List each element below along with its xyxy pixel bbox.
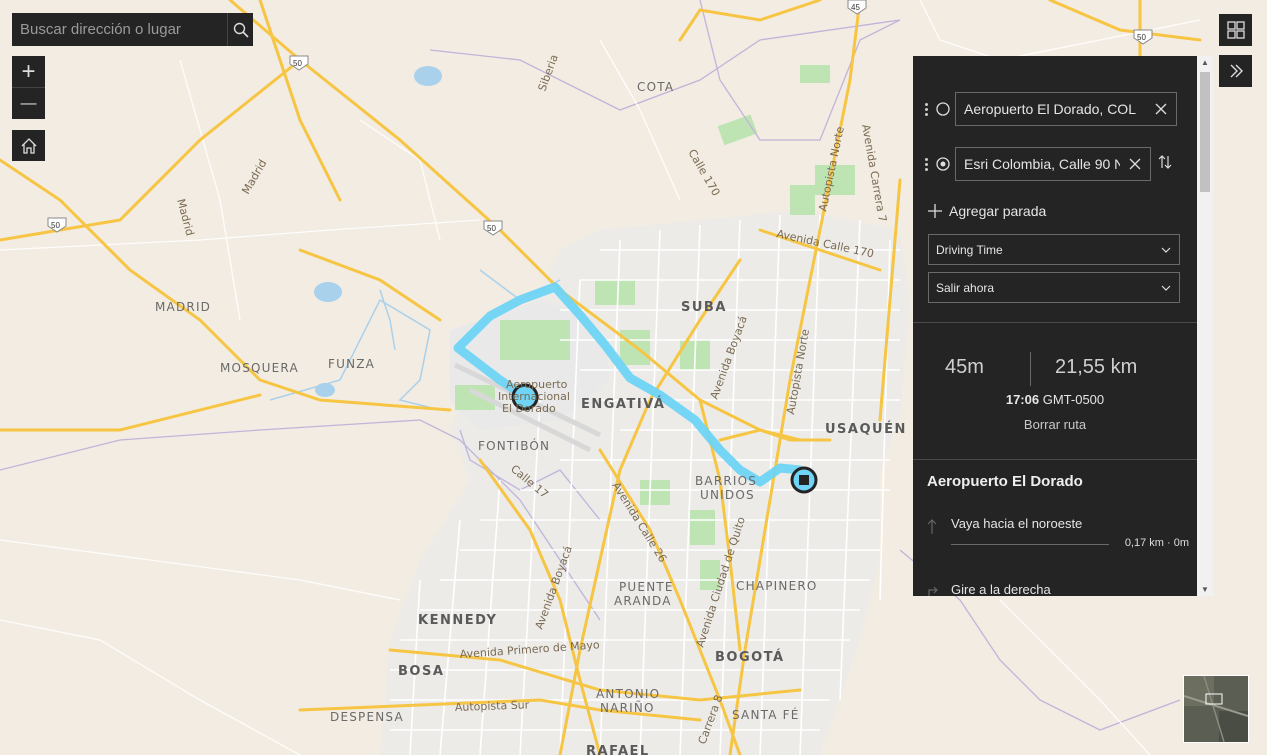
chevron-down-icon bbox=[1161, 247, 1171, 253]
search-icon bbox=[233, 22, 249, 38]
place-label: NARIÑO bbox=[600, 700, 655, 715]
turn-right-icon bbox=[928, 586, 938, 596]
origin-input[interactable]: Aeropuerto El Dorado, COL bbox=[955, 92, 1177, 126]
search-widget bbox=[12, 13, 253, 46]
road-label: Autopista Sur bbox=[455, 698, 530, 714]
double-chevron-right-icon bbox=[1230, 64, 1243, 78]
place-label: DESPENSA bbox=[330, 710, 404, 724]
svg-text:50: 50 bbox=[51, 221, 60, 230]
place-label: MADRID bbox=[155, 300, 211, 314]
destination-text: Esri Colombia, Calle 90 N bbox=[964, 156, 1120, 172]
direction-step[interactable]: Gire a la derecha bbox=[927, 582, 1189, 596]
place-label: ARANDA bbox=[614, 594, 672, 608]
travel-mode-select[interactable]: Driving Time bbox=[928, 234, 1180, 265]
place-label: KENNEDY bbox=[418, 613, 497, 628]
scrollbar-thumb[interactable] bbox=[1200, 72, 1210, 192]
arrival-time: 17:06 GMT-0500 bbox=[913, 392, 1197, 407]
basemap-gallery-icon bbox=[1226, 21, 1245, 39]
home-button[interactable] bbox=[12, 130, 45, 161]
swap-stops-button[interactable] bbox=[1157, 154, 1173, 175]
place-label: PUENTE bbox=[619, 580, 674, 594]
minus-icon: — bbox=[20, 94, 37, 112]
clear-destination-button[interactable] bbox=[1120, 158, 1150, 170]
divider bbox=[913, 459, 1197, 460]
place-label: BARRIOS bbox=[695, 474, 757, 488]
place-label: ENGATIVÁ bbox=[581, 396, 665, 412]
search-input[interactable] bbox=[12, 13, 227, 46]
arrow-up-icon bbox=[927, 519, 937, 534]
drag-handle-icon[interactable] bbox=[925, 157, 931, 171]
drag-handle-icon[interactable] bbox=[925, 102, 931, 116]
panel-scrollbar[interactable]: ▲ ▼ bbox=[1197, 56, 1213, 596]
directions-origin-title: Aeropuerto El Dorado bbox=[927, 473, 1083, 490]
collapse-panel-button[interactable] bbox=[1219, 55, 1252, 87]
place-label: FONTIBÓN bbox=[478, 438, 550, 453]
place-label: RAFAEL bbox=[586, 744, 650, 755]
plus-icon: + bbox=[21, 57, 36, 85]
divider bbox=[913, 322, 1197, 323]
scroll-down-arrow-icon[interactable]: ▼ bbox=[1201, 585, 1209, 594]
destination-target-icon bbox=[936, 157, 950, 171]
place-label: USAQUÉN bbox=[825, 421, 907, 437]
route-duration: 45m bbox=[945, 356, 984, 378]
route-distance: 21,55 km bbox=[1055, 356, 1138, 378]
divider bbox=[951, 544, 1109, 545]
origin-stop-row: Aeropuerto El Dorado, COL bbox=[925, 92, 1177, 126]
direction-step-text: Gire a la derecha bbox=[951, 582, 1051, 596]
divider bbox=[1030, 352, 1031, 386]
svg-text:50: 50 bbox=[487, 224, 496, 233]
zoom-in-button[interactable]: + bbox=[12, 56, 45, 88]
destination-marker[interactable] bbox=[790, 466, 818, 494]
swap-arrows-icon bbox=[1158, 154, 1172, 169]
scroll-up-arrow-icon[interactable]: ▲ bbox=[1201, 58, 1209, 67]
place-label: COTA bbox=[637, 80, 674, 94]
place-label: UNIDOS bbox=[700, 488, 755, 502]
origin-text: Aeropuerto El Dorado, COL bbox=[964, 101, 1136, 117]
place-label: SUBA bbox=[681, 300, 727, 315]
place-label: BOGOTÁ bbox=[715, 649, 785, 665]
travel-mode-value: Driving Time bbox=[936, 242, 1003, 257]
place-label: CHAPINERO bbox=[736, 579, 818, 593]
place-label: SANTA FÉ bbox=[732, 707, 800, 722]
clear-route-button[interactable]: Borrar ruta bbox=[913, 417, 1197, 432]
destination-stop-row: Esri Colombia, Calle 90 N bbox=[925, 147, 1173, 181]
direction-step-distance: 0,17 km · 0m bbox=[1124, 537, 1189, 549]
svg-text:50: 50 bbox=[1137, 33, 1146, 42]
clear-origin-button[interactable] bbox=[1146, 103, 1176, 115]
arrival-clock: 17:06 bbox=[1005, 392, 1040, 407]
add-stop-label: Agregar parada bbox=[949, 203, 1047, 219]
basemap-toggle-button[interactable] bbox=[1219, 14, 1252, 46]
home-icon bbox=[21, 137, 36, 154]
close-icon bbox=[1155, 103, 1167, 115]
svg-text:50: 50 bbox=[293, 59, 302, 68]
overview-map-thumbnail[interactable] bbox=[1183, 675, 1249, 743]
svg-text:45: 45 bbox=[851, 3, 860, 12]
satellite-thumbnail-image bbox=[1184, 676, 1248, 742]
zoom-out-button[interactable]: — bbox=[12, 88, 45, 119]
departure-select[interactable]: Salir ahora bbox=[928, 272, 1180, 303]
search-button[interactable] bbox=[227, 13, 253, 46]
chevron-down-icon bbox=[1161, 285, 1171, 291]
destination-input[interactable]: Esri Colombia, Calle 90 N bbox=[955, 147, 1151, 181]
add-stop-button[interactable]: Agregar parada bbox=[927, 203, 1046, 219]
place-label: MOSQUERA bbox=[220, 361, 299, 375]
close-icon bbox=[1129, 158, 1141, 170]
direction-step-text: Vaya hacia el noroeste bbox=[951, 516, 1083, 531]
plus-icon bbox=[928, 204, 942, 218]
directions-panel: Aeropuerto El Dorado, COL Esri Colombia,… bbox=[913, 56, 1213, 596]
arrival-timezone: GMT-0500 bbox=[1042, 392, 1105, 407]
origin-circle-icon bbox=[936, 102, 950, 116]
place-label: FUNZA bbox=[328, 357, 375, 371]
departure-value: Salir ahora bbox=[936, 280, 995, 295]
place-label: ANTONIO bbox=[596, 687, 660, 701]
airport-label: El Dorado bbox=[502, 402, 556, 415]
place-label: BOSA bbox=[398, 664, 444, 679]
direction-step[interactable]: Vaya hacia el noroeste 0,17 km · 0m bbox=[927, 516, 1189, 556]
